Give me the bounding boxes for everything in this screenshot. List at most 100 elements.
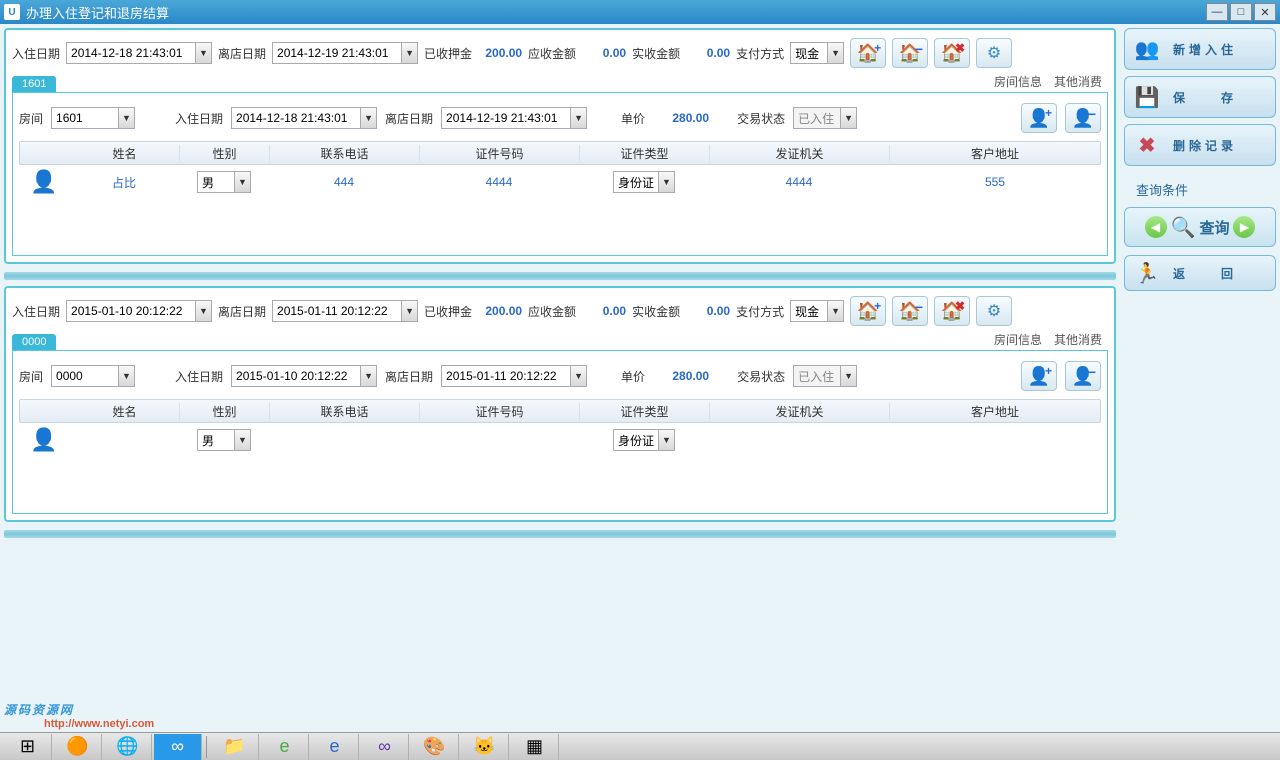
- txn-status-select[interactable]: ▼: [793, 365, 857, 387]
- checkout-date-picker[interactable]: ▼: [272, 300, 418, 322]
- dropdown-icon[interactable]: ▼: [570, 366, 586, 386]
- room-tab[interactable]: 0000: [12, 334, 56, 350]
- room-config-button[interactable]: ⚙: [976, 296, 1012, 326]
- guest-phone[interactable]: 444: [269, 175, 419, 189]
- dropdown-icon[interactable]: ▼: [840, 108, 856, 128]
- dropdown-icon[interactable]: ▼: [118, 108, 134, 128]
- checkin-date-label: 入住日期: [12, 45, 60, 62]
- start-button[interactable]: ⊞: [4, 734, 52, 760]
- checkout-date-picker[interactable]: ▼: [272, 42, 418, 64]
- checkout-date-label: 离店日期: [218, 45, 266, 62]
- query-button[interactable]: ◀ 🔍 查询 ▶: [1124, 207, 1276, 247]
- dropdown-icon[interactable]: ▼: [195, 43, 211, 63]
- titlebar: U 办理入住登记和退房结算 — □ ✕: [0, 0, 1280, 24]
- inner-checkout-picker[interactable]: ▼: [441, 365, 587, 387]
- dropdown-icon[interactable]: ▼: [840, 366, 856, 386]
- room-remove-button[interactable]: 🏠−: [892, 38, 928, 68]
- room-info-tab[interactable]: 房间信息: [988, 329, 1048, 350]
- room-info-tab[interactable]: 房间信息: [988, 71, 1048, 92]
- pay-method-label: 支付方式: [736, 45, 784, 62]
- gender-select[interactable]: ▼: [197, 171, 251, 193]
- room-add-button[interactable]: 🏠+: [850, 38, 886, 68]
- dropdown-icon[interactable]: ▼: [570, 108, 586, 128]
- app-icon: U: [4, 4, 20, 20]
- taskbar-app[interactable]: ▦: [511, 734, 559, 760]
- inner-checkin-picker[interactable]: ▼: [231, 107, 377, 129]
- dropdown-icon[interactable]: ▼: [658, 430, 674, 450]
- taskbar-browser[interactable]: e: [261, 734, 309, 760]
- maximize-button[interactable]: □: [1230, 3, 1252, 21]
- inner-checkin-picker[interactable]: ▼: [231, 365, 377, 387]
- checkout-date-input[interactable]: [273, 43, 401, 63]
- guest-name[interactable]: 占比: [69, 174, 179, 191]
- record-separator: [4, 530, 1116, 538]
- checkin-date-input[interactable]: [67, 43, 195, 63]
- room-label: 房间: [19, 110, 43, 127]
- guest-remove-button[interactable]: 👤−: [1065, 103, 1101, 133]
- taskbar-vs[interactable]: ∞: [361, 734, 409, 760]
- room-select[interactable]: ▼: [51, 365, 135, 387]
- users-icon: 👥: [1135, 35, 1163, 63]
- taskbar-chrome[interactable]: 🌐: [104, 734, 152, 760]
- room-add-button[interactable]: 🏠+: [850, 296, 886, 326]
- delete-record-button[interactable]: ✖删除记录: [1124, 124, 1276, 166]
- inner-checkout-picker[interactable]: ▼: [441, 107, 587, 129]
- guest-addr[interactable]: 555: [889, 175, 1101, 189]
- guest-idnum[interactable]: 4444: [419, 175, 579, 189]
- room-config-button[interactable]: ⚙: [976, 38, 1012, 68]
- gear-icon: ⚙: [987, 301, 1001, 321]
- room-tab[interactable]: 1601: [12, 76, 56, 92]
- taskbar-app[interactable]: 🐱: [461, 734, 509, 760]
- taskbar-paint[interactable]: 🎨: [411, 734, 459, 760]
- pay-method-input[interactable]: [791, 43, 827, 63]
- dropdown-icon[interactable]: ▼: [234, 430, 250, 450]
- next-arrow-icon[interactable]: ▶: [1233, 216, 1255, 238]
- room-input[interactable]: [52, 108, 118, 128]
- dropdown-icon[interactable]: ▼: [195, 301, 211, 321]
- dropdown-icon[interactable]: ▼: [360, 108, 376, 128]
- dropdown-icon[interactable]: ▼: [360, 366, 376, 386]
- prev-arrow-icon[interactable]: ◀: [1145, 216, 1167, 238]
- dropdown-icon[interactable]: ▼: [234, 172, 250, 192]
- back-button[interactable]: 🏃返 回: [1124, 255, 1276, 291]
- guest-remove-button[interactable]: 👤−: [1065, 361, 1101, 391]
- checkin-date-label: 入住日期: [175, 110, 223, 127]
- guest-issuer[interactable]: 4444: [709, 175, 889, 189]
- taskbar-ie[interactable]: e: [311, 734, 359, 760]
- other-spend-tab[interactable]: 其他消费: [1048, 329, 1108, 350]
- unit-price-label: 单价: [621, 110, 645, 127]
- add-checkin-button[interactable]: 👥新增入住: [1124, 28, 1276, 70]
- checkin-date-picker[interactable]: ▼: [66, 42, 212, 64]
- dropdown-icon[interactable]: ▼: [401, 43, 417, 63]
- guest-row[interactable]: 👤 ▼ ▼: [19, 423, 1101, 457]
- unit-price-value: 280.00: [653, 111, 709, 125]
- guest-add-button[interactable]: 👤+: [1021, 103, 1057, 133]
- room-select[interactable]: ▼: [51, 107, 135, 129]
- room-remove-button[interactable]: 🏠−: [892, 296, 928, 326]
- room-delete-button[interactable]: 🏠✖: [934, 296, 970, 326]
- idtype-select[interactable]: ▼: [613, 429, 675, 451]
- minimize-button[interactable]: —: [1206, 3, 1228, 21]
- pay-method-select[interactable]: ▼: [790, 42, 844, 64]
- dropdown-icon[interactable]: ▼: [118, 366, 134, 386]
- gender-select[interactable]: ▼: [197, 429, 251, 451]
- watermark: 源码资源网 http://www.netyi.com: [4, 685, 154, 730]
- taskbar-app[interactable]: ∞: [154, 734, 202, 760]
- guest-row[interactable]: 👤 占比 ▼ 444 4444 ▼ 4444 555: [19, 165, 1101, 199]
- save-button[interactable]: 💾保 存: [1124, 76, 1276, 118]
- checkout-date-label: 离店日期: [385, 110, 433, 127]
- taskbar-app[interactable]: 🟠: [54, 734, 102, 760]
- taskbar-explorer[interactable]: 📁: [211, 734, 259, 760]
- room-delete-button[interactable]: 🏠✖: [934, 38, 970, 68]
- dropdown-icon[interactable]: ▼: [658, 172, 674, 192]
- other-spend-tab[interactable]: 其他消费: [1048, 71, 1108, 92]
- pay-method-select[interactable]: ▼: [790, 300, 844, 322]
- checkin-date-picker[interactable]: ▼: [66, 300, 212, 322]
- txn-status-select[interactable]: ▼: [793, 107, 857, 129]
- dropdown-icon[interactable]: ▼: [401, 301, 417, 321]
- dropdown-icon[interactable]: ▼: [827, 301, 843, 321]
- guest-add-button[interactable]: 👤+: [1021, 361, 1057, 391]
- idtype-select[interactable]: ▼: [613, 171, 675, 193]
- dropdown-icon[interactable]: ▼: [827, 43, 843, 63]
- close-button[interactable]: ✕: [1254, 3, 1276, 21]
